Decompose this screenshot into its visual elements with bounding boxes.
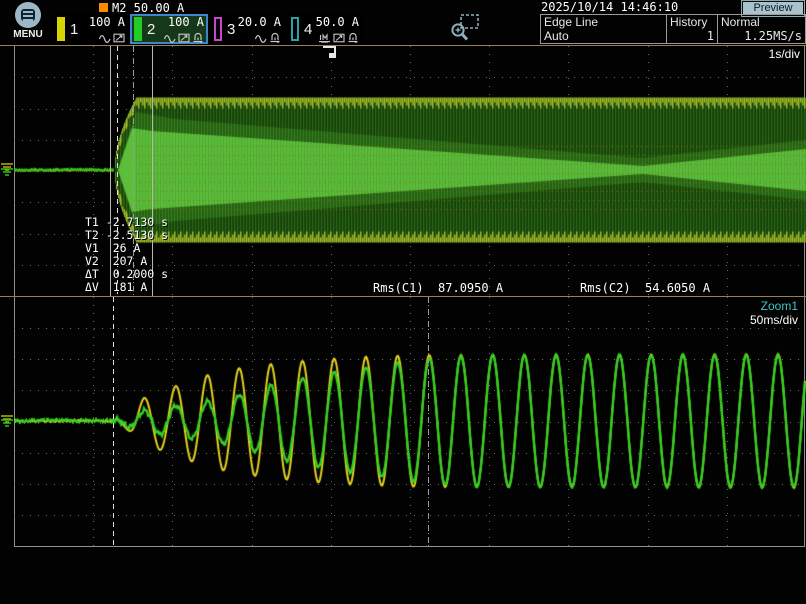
measurement-rms-c1: Rms(C1) 87.0950 A [373,281,503,295]
datetime: 2025/10/14 14:46:10 [541,0,678,14]
sample-rate: 1.25MS/s [721,29,802,43]
channel-3-color-bar [214,17,222,41]
channel-2-box[interactable]: 2 100 A [130,14,208,44]
history-box[interactable]: History 1 [666,14,718,44]
channel-2-color-bar [134,17,142,41]
channel-1-box[interactable]: 1 100 A [53,14,129,44]
menu-button[interactable]: MENU [6,2,50,44]
menu-label: MENU [6,29,50,40]
cursor-readout-row: ΔT 0.2000 s [85,268,168,281]
channel-3-scale-value: 20.0 A [238,15,281,29]
current-clamp-icon [269,32,281,43]
dc-1mohm-icon [318,33,331,43]
channel-4-color-bar [291,17,299,41]
current-clamp-icon [192,32,204,43]
acquisition-mode: Normal [721,15,802,29]
channel-2-number: 2 [147,21,155,38]
channel-1-number: 1 [70,21,78,38]
zoom-waveform-canvas [14,297,806,546]
channel-1-icons [99,33,125,43]
zoom-window-name: Zoom1 [761,299,798,313]
measurement-rms-c2: Rms(C2) 54.6050 A [580,281,710,295]
cursor-readout-row: T2 -2.5130 s [85,229,168,242]
acquisition-box[interactable]: Normal 1.25MS/s [717,14,806,44]
ac-coupling-icon [164,33,176,43]
current-clamp-icon [347,32,359,43]
zoom-search-icon[interactable] [448,13,480,43]
channel-2-scale-value: 100 A [168,15,204,29]
channel-4-scale-value: 50.0 A [316,15,359,29]
zoom-window-bottom-border [14,546,805,547]
channel-1-color-bar [57,17,65,41]
m2-color-swatch [99,3,108,12]
zoom-timebase-label: 50ms/div [750,313,798,327]
channel-4-box[interactable]: 4 50.0 A [287,14,363,44]
channel-1-scale-value: 100 A [89,15,125,29]
cursor-readout-row: ΔV 181 A [85,281,168,294]
trigger-sweep: Auto [544,29,663,43]
cursor-readout-row: V1 26 A [85,242,168,255]
channel-4-icons [318,32,359,43]
ac-coupling-icon [99,33,111,43]
channel-3-icons [255,32,281,43]
trigger-position-marker[interactable] [322,46,340,60]
channel-3-number: 3 [227,21,235,38]
probe-box-icon [178,33,190,43]
cursor-readout-row: V2 207 A [85,255,168,268]
zoom-cursor-dashed[interactable] [113,297,114,546]
probe-box-icon [113,33,125,43]
zoom-ch2-ground-marker[interactable] [0,418,14,429]
ch2-ground-marker[interactable] [0,167,14,178]
cursor-readout-row: T1 -2.7130 s [85,216,168,229]
main-timebase-label: 1s/div [769,47,800,61]
probe-box-icon [333,33,345,43]
history-value: 1 [670,29,714,43]
trigger-mode: Edge Line [544,15,663,29]
channel-2-icons [164,32,204,43]
m2-label: M2 50.00 A [112,1,184,15]
ac-coupling-icon [255,33,267,43]
channel-4-number: 4 [304,21,312,38]
trigger-settings-box[interactable]: Edge Line Auto [540,14,667,44]
menu-icon [15,2,41,28]
cursor-readout: T1 -2.7130 sT2 -2.5130 sV1 26 AV2 207 AΔ… [85,216,168,293]
oscilloscope-screen: MENU M2 50.00 A 1 100 A 2 100 A 320.0 A 4 50.0… [0,0,806,604]
m2-level-indicator: M2 50.00 A [99,1,184,15]
history-label: History [670,15,714,29]
channel-3-box[interactable]: 320.0 A [210,14,285,44]
zoom-cursor-dashdot[interactable] [428,297,429,546]
